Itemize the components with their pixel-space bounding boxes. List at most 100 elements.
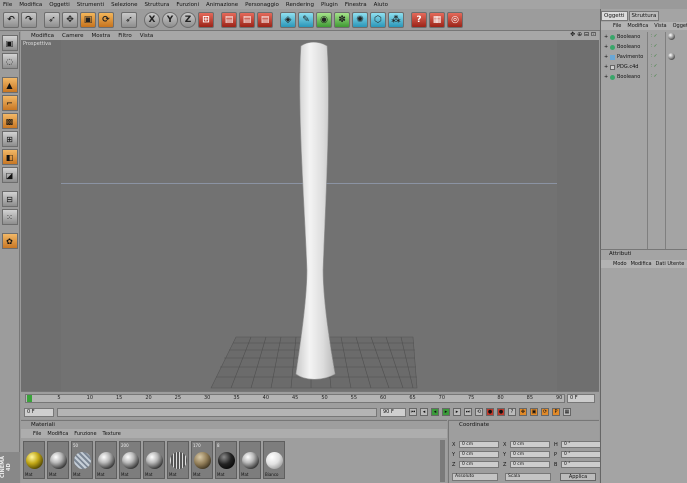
visibility-dots-icon[interactable]: ∶ ✓: [651, 54, 657, 59]
rotation-key-icon[interactable]: ⟳: [541, 408, 549, 416]
material-swatch[interactable]: 8 Mat: [215, 441, 237, 479]
start-frame-field[interactable]: 0 F: [24, 407, 54, 417]
light-icon[interactable]: ?: [411, 11, 427, 28]
size-y-input[interactable]: 0 cm: [510, 451, 550, 458]
render-view-icon[interactable]: ▤: [221, 11, 237, 28]
menu-selezione[interactable]: Selezione: [111, 2, 137, 8]
autokey-icon[interactable]: ●: [497, 408, 505, 416]
rotation-p-input[interactable]: 0 °: [561, 451, 601, 458]
menu-file[interactable]: File: [3, 2, 12, 8]
render-settings-icon[interactable]: ▤: [257, 11, 273, 28]
animation-mode-icon[interactable]: ✿: [1, 233, 18, 249]
visibility-dots-icon[interactable]: ∶ ✓: [651, 74, 657, 79]
objects-menu-file[interactable]: File: [613, 23, 621, 29]
workplane-icon[interactable]: ⁙: [1, 209, 18, 225]
use-edges-tool-icon[interactable]: ◧: [1, 149, 18, 165]
last-tool-icon[interactable]: ➶: [121, 11, 137, 28]
viewport-menu-filtro[interactable]: Filtro: [118, 33, 131, 39]
material-swatch[interactable]: Mat: [95, 441, 117, 479]
go-to-start-icon[interactable]: ⏮: [409, 408, 417, 416]
move-icon[interactable]: ✥: [62, 11, 78, 28]
menu-animazione[interactable]: Animazione: [206, 2, 238, 8]
play-forwards-icon[interactable]: ▸: [442, 408, 450, 416]
rotation-h-input[interactable]: 0 °: [561, 441, 601, 448]
materials-menu-modifica[interactable]: Modifica: [47, 431, 68, 437]
materials-menu-file[interactable]: File: [33, 431, 41, 437]
coordinate-mode-select[interactable]: Assoluto: [452, 473, 498, 481]
material-swatch[interactable]: 170 Mat: [191, 441, 213, 479]
material-swatch[interactable]: Mat: [143, 441, 165, 479]
object-row[interactable]: + PDG.c4d ∶ ✓: [601, 62, 687, 72]
menu-rendering[interactable]: Rendering: [286, 2, 314, 8]
scale-mode-select[interactable]: Scala: [505, 473, 551, 481]
viewport-render-area[interactable]: [61, 40, 557, 391]
menu-oggetti[interactable]: Oggetti: [49, 2, 70, 8]
size-z-input[interactable]: 0 cm: [510, 461, 550, 468]
viewport-menu-vista[interactable]: Vista: [140, 33, 154, 39]
live-select-icon[interactable]: ➶: [44, 11, 60, 28]
size-x-input[interactable]: 0 cm: [510, 441, 550, 448]
tag-icon[interactable]: ▦: [429, 11, 445, 28]
go-to-end-icon[interactable]: ⏭: [464, 408, 472, 416]
x-axis-lock-button[interactable]: X: [144, 11, 160, 28]
viewport-menu-modifica[interactable]: Modifica: [31, 33, 54, 39]
material-swatch[interactable]: Mat: [23, 441, 45, 479]
render-picture-viewer-icon[interactable]: ▤: [239, 11, 255, 28]
undo-icon[interactable]: ↶: [3, 11, 19, 28]
material-swatch[interactable]: 50 Mat: [71, 441, 93, 479]
expand-icon[interactable]: +: [604, 34, 608, 40]
menu-finestra[interactable]: Finestra: [345, 2, 367, 8]
menu-struttura[interactable]: Struttura: [145, 2, 170, 8]
array-icon[interactable]: ✽: [334, 11, 350, 28]
keyframe-selection-icon[interactable]: ?: [508, 408, 516, 416]
apply-button[interactable]: Applica: [560, 473, 596, 481]
menu-aiuto[interactable]: Aiuto: [374, 2, 388, 8]
previous-key-icon[interactable]: ◂: [420, 408, 428, 416]
material-swatch[interactable]: Bianco: [263, 441, 285, 479]
menu-personaggio[interactable]: Personaggio: [245, 2, 279, 8]
next-key-icon[interactable]: ▸: [453, 408, 461, 416]
playhead[interactable]: [27, 395, 32, 402]
use-texture-tool-icon[interactable]: ⌐: [1, 95, 18, 111]
objects-menu-modifica[interactable]: Modifica: [627, 23, 648, 29]
material-tag-icon[interactable]: [668, 33, 675, 40]
material-tag-icon[interactable]: [668, 53, 675, 60]
visibility-dots-icon[interactable]: ∶ ✓: [651, 34, 657, 39]
viewport-menu-mostra[interactable]: Mostra: [91, 33, 110, 39]
attributes-menu-modifica[interactable]: Modifica: [631, 261, 652, 267]
snap-icon[interactable]: ⊟: [1, 191, 18, 207]
object-row[interactable]: + Booleano ∶ ✓: [601, 32, 687, 42]
rotate-icon[interactable]: ⟳: [98, 11, 114, 28]
spline-pen-icon[interactable]: ✎: [298, 11, 314, 28]
position-y-input[interactable]: 0 cm: [459, 451, 499, 458]
viewport-navigation-icons[interactable]: ✥ ⊕ ⊟ ⊡: [570, 31, 596, 38]
scale-icon[interactable]: ▣: [80, 11, 96, 28]
position-z-input[interactable]: 0 cm: [459, 461, 499, 468]
expand-icon[interactable]: +: [604, 74, 608, 80]
materials-scrollbar[interactable]: [440, 440, 445, 482]
use-model-tool-icon[interactable]: ▣: [1, 35, 18, 51]
parameter-key-icon[interactable]: P: [552, 408, 560, 416]
camera-icon[interactable]: ⁂: [388, 11, 404, 28]
materials-menu-texture[interactable]: Texture: [103, 431, 121, 437]
viewport-menu-camere[interactable]: Camere: [62, 33, 83, 39]
objects-menu-oggetti[interactable]: Oggetti: [673, 23, 687, 29]
menu-plugin[interactable]: Plugin: [321, 2, 338, 8]
object-row[interactable]: + Pavimento ∶ ✓: [601, 52, 687, 62]
tab-oggetti[interactable]: Oggetti: [601, 11, 628, 21]
coordinate-system-icon[interactable]: ⊞: [198, 11, 214, 28]
tab-struttura[interactable]: Struttura: [628, 11, 660, 21]
material-swatch[interactable]: Mat: [239, 441, 261, 479]
use-object-tool-icon[interactable]: ◌: [1, 53, 18, 69]
point-level-key-icon[interactable]: ▦: [563, 408, 571, 416]
attributes-menu-dati-utente[interactable]: Dati Utente: [656, 261, 685, 267]
cube-icon[interactable]: ◈: [280, 11, 296, 28]
expand-icon[interactable]: +: [604, 64, 608, 70]
menu-modifica[interactable]: Modifica: [19, 2, 42, 8]
redo-icon[interactable]: ↷: [21, 11, 37, 28]
position-x-input[interactable]: 0 cm: [459, 441, 499, 448]
scene-icon[interactable]: ⬡: [370, 11, 386, 28]
use-object-axis-icon[interactable]: ▲: [1, 77, 18, 93]
loop-icon[interactable]: ⟲: [475, 408, 483, 416]
use-polygons-tool-icon[interactable]: ◪: [1, 167, 18, 183]
